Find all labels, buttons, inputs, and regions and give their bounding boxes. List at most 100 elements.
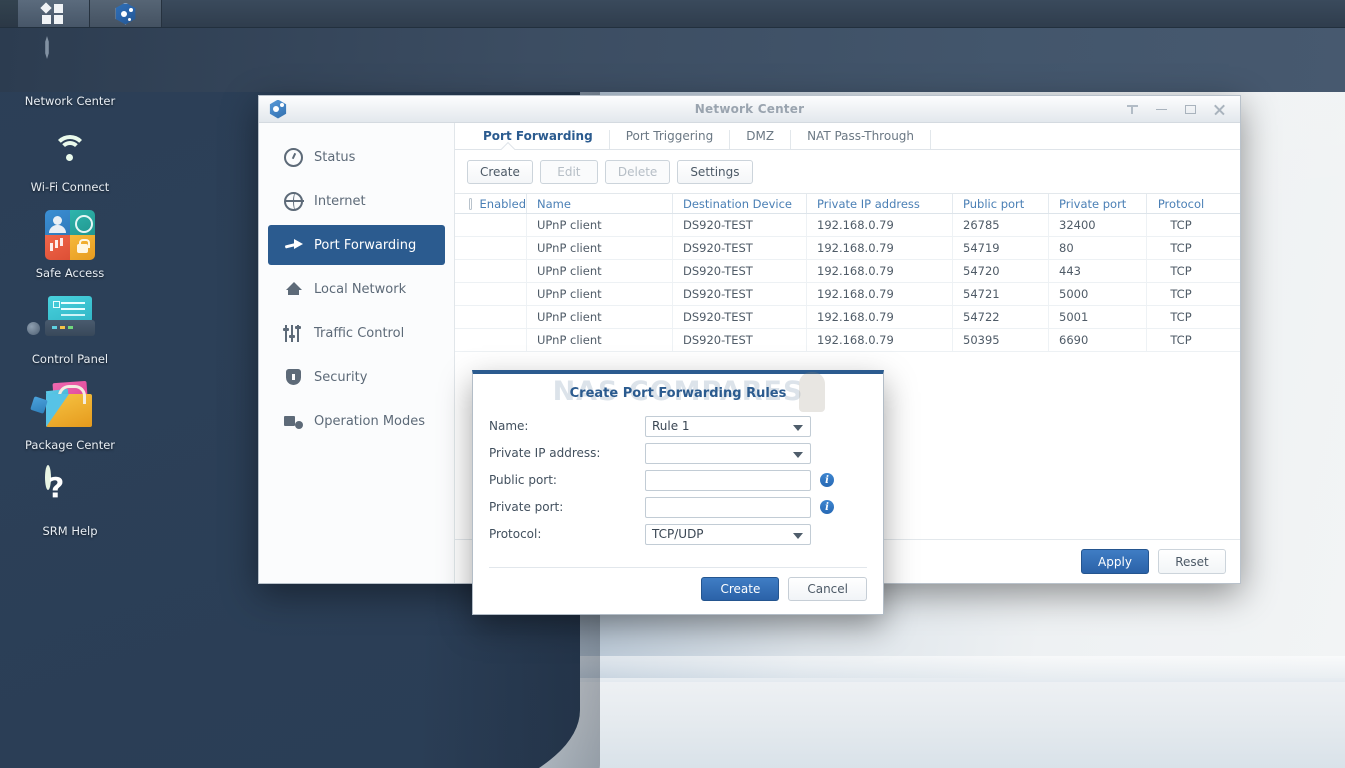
row-enabled-cell[interactable]: [455, 214, 527, 236]
taskbar-edge: [0, 0, 18, 27]
globe-icon: [284, 191, 304, 211]
grid-tiles-icon: [39, 1, 66, 25]
sidebar-item-traffic-control[interactable]: Traffic Control: [268, 313, 445, 353]
desktop-icon-wifi-connect[interactable]: Wi-Fi Connect: [20, 124, 120, 194]
pin-icon[interactable]: [1126, 103, 1139, 116]
minimize-icon[interactable]: [1155, 103, 1168, 116]
row-ip: 192.168.0.79: [807, 214, 953, 236]
table-toolbar: Create Edit Delete Settings: [455, 150, 1240, 193]
table-row[interactable]: UPnP client DS920-TEST 192.168.0.79 5472…: [455, 306, 1240, 329]
row-private-port: 5000: [1049, 283, 1147, 305]
row-enabled-cell[interactable]: [455, 260, 527, 282]
private-ip-select[interactable]: [645, 442, 811, 464]
desktop-icon-label: Safe Access: [35, 266, 105, 280]
desktop-icon-label: SRM Help: [42, 524, 98, 538]
close-icon[interactable]: [1213, 103, 1226, 116]
row-private-port: 443: [1049, 260, 1147, 282]
sidebar-item-label: Operation Modes: [314, 413, 426, 429]
header-enabled: Enabled: [455, 194, 527, 213]
chevron-down-icon: [793, 424, 803, 431]
wifi-icon: [45, 124, 95, 174]
desktop-icon-safe-access[interactable]: Safe Access: [20, 210, 120, 280]
row-ip: 192.168.0.79: [807, 260, 953, 282]
header-public-port: Public port: [953, 194, 1049, 213]
row-enabled-cell[interactable]: [455, 237, 527, 259]
sidebar-item-operation-modes[interactable]: Operation Modes: [268, 401, 445, 441]
edit-button[interactable]: Edit: [539, 160, 598, 184]
taskbar: [0, 0, 1345, 28]
desktop-icon-package-center[interactable]: Package Center: [20, 380, 120, 452]
network-hex-icon: [45, 36, 95, 88]
row-destination: DS920-TEST: [673, 283, 807, 305]
sidebar-item-security[interactable]: Security: [268, 357, 445, 397]
row-public-port: 54722: [953, 306, 1049, 328]
reset-button[interactable]: Reset: [1158, 549, 1226, 574]
settings-button[interactable]: Settings: [677, 160, 753, 184]
chevron-down-icon: [793, 532, 803, 539]
dialog-create-button[interactable]: Create: [701, 577, 780, 601]
sidebar-item-port-forwarding[interactable]: Port Forwarding: [268, 225, 445, 265]
desktop-icon-control-panel[interactable]: Control Panel: [20, 296, 120, 366]
row-public-port: 50395: [953, 329, 1049, 351]
tab-nat-pass-through[interactable]: NAT Pass-Through: [791, 130, 932, 149]
maximize-icon[interactable]: [1184, 103, 1197, 116]
private-port-input[interactable]: [645, 496, 811, 518]
row-enabled-cell[interactable]: [455, 283, 527, 305]
network-hex-icon: [115, 2, 136, 25]
header-name: Name: [527, 194, 673, 213]
protocol-select[interactable]: TCP/UDP: [645, 523, 811, 545]
arrow-forward-icon: [284, 236, 303, 255]
row-public-port: 54720: [953, 260, 1049, 282]
sidebar-item-local-network[interactable]: Local Network: [268, 269, 445, 309]
tab-port-forwarding[interactable]: Port Forwarding: [467, 130, 610, 149]
row-name: UPnP client: [527, 306, 673, 328]
row-private-port: 5001: [1049, 306, 1147, 328]
row-name: UPnP client: [527, 283, 673, 305]
desktop-icon-network-center[interactable]: Network Center: [20, 36, 120, 108]
row-ip: 192.168.0.79: [807, 329, 953, 351]
sidebar-item-label: Status: [314, 149, 356, 165]
select-all-checkbox[interactable]: [469, 197, 472, 210]
table-row[interactable]: UPnP client DS920-TEST 192.168.0.79 5039…: [455, 329, 1240, 352]
delete-button[interactable]: Delete: [604, 160, 671, 184]
header-private-ip: Private IP address: [807, 194, 953, 213]
row-destination: DS920-TEST: [673, 306, 807, 328]
tab-port-triggering[interactable]: Port Triggering: [610, 130, 731, 149]
header-private-port: Private port: [1049, 194, 1147, 213]
row-ip: 192.168.0.79: [807, 306, 953, 328]
desktop-icon-srm-help[interactable]: SRM Help: [20, 465, 120, 538]
protocol-label: Protocol:: [489, 527, 542, 541]
name-select[interactable]: Rule 1: [645, 415, 811, 437]
header-enabled-label: Enabled: [479, 196, 526, 211]
row-enabled-cell[interactable]: [455, 329, 527, 351]
public-port-info-icon[interactable]: i: [820, 473, 834, 487]
table-row[interactable]: UPnP client DS920-TEST 192.168.0.79 5471…: [455, 237, 1240, 260]
window-titlebar[interactable]: Network Center: [259, 96, 1240, 123]
row-protocol: TCP: [1170, 287, 1192, 301]
row-public-port: 54721: [953, 283, 1049, 305]
row-enabled-cell[interactable]: [455, 306, 527, 328]
table-row[interactable]: UPnP client DS920-TEST 192.168.0.79 5472…: [455, 283, 1240, 306]
sidebar-item-status[interactable]: Status: [268, 137, 445, 177]
control-panel-icon: [27, 296, 95, 346]
create-button[interactable]: Create: [467, 160, 533, 184]
desktop-icon-label: Wi-Fi Connect: [30, 180, 110, 194]
apply-button[interactable]: Apply: [1081, 549, 1149, 574]
sidebar-item-internet[interactable]: Internet: [268, 181, 445, 221]
public-port-input[interactable]: [645, 469, 811, 491]
tab-bar: Port Forwarding Port Triggering DMZ NAT …: [455, 123, 1240, 149]
row-protocol: TCP: [1170, 264, 1192, 278]
taskbar-main-menu-button[interactable]: [18, 0, 90, 27]
private-port-info-icon[interactable]: i: [820, 500, 834, 514]
dialog-cancel-button[interactable]: Cancel: [788, 577, 867, 601]
table-row[interactable]: UPnP client DS920-TEST 192.168.0.79 5472…: [455, 260, 1240, 283]
row-destination: DS920-TEST: [673, 260, 807, 282]
row-protocol: TCP: [1170, 218, 1192, 232]
taskbar-network-center-button[interactable]: [90, 0, 162, 27]
header-protocol: Protocol: [1157, 196, 1205, 211]
field-row-public-port: Public port: i: [489, 467, 865, 493]
name-label: Name:: [489, 419, 529, 433]
table-row[interactable]: UPnP client DS920-TEST 192.168.0.79 2678…: [455, 214, 1240, 237]
tab-dmz[interactable]: DMZ: [730, 130, 792, 149]
name-select-value: Rule 1: [652, 419, 690, 433]
